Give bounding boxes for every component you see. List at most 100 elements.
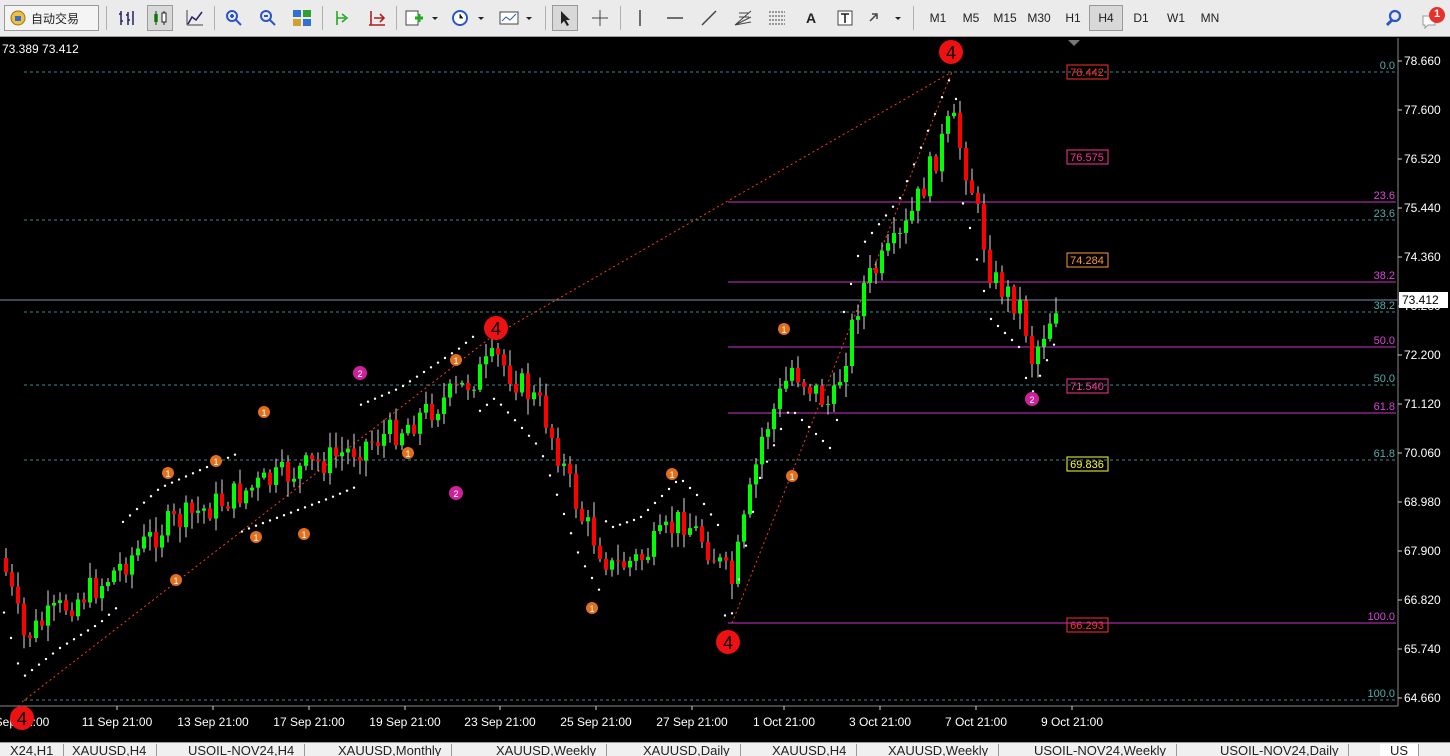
fib-retracement-label: 61.8 <box>1374 401 1395 413</box>
candlestick <box>622 561 626 568</box>
auto-trading-button[interactable]: 自动交易 <box>4 5 99 31</box>
candlestick <box>682 512 686 535</box>
periods-clock-icon[interactable] <box>449 5 487 31</box>
sar-dot <box>394 388 398 391</box>
sar-dot <box>65 642 69 645</box>
timeframe-mn[interactable]: MN <box>1193 5 1227 31</box>
fib-level-label: 50.0 <box>1374 373 1395 385</box>
sar-dot <box>380 394 384 397</box>
sar-dot <box>184 475 188 478</box>
candlestick <box>934 156 938 172</box>
templates-icon[interactable] <box>497 5 535 31</box>
cursor-icon[interactable] <box>552 5 578 31</box>
candlestick <box>526 373 530 400</box>
sar-dot <box>800 418 804 422</box>
sar-dot <box>93 624 97 628</box>
chart-tab[interactable]: XAUUSD,Weekly <box>878 744 1000 756</box>
trendline-icon[interactable] <box>696 5 722 31</box>
sar-dot <box>625 521 629 524</box>
fib-level-label: 38.2 <box>1374 300 1395 312</box>
candlestick <box>940 133 944 172</box>
text-icon[interactable]: A <box>798 5 824 31</box>
candlestick <box>52 602 56 606</box>
chart-tab[interactable]: USOIL-NOV24,Weekly <box>1024 744 1177 756</box>
chart-tab[interactable]: XAUUSD,Daily <box>633 744 741 756</box>
chart-tab[interactable]: XAUUSD,Monthly <box>328 744 453 756</box>
timeframe-w1[interactable]: W1 <box>1159 5 1193 31</box>
tile-windows-icon[interactable] <box>289 5 315 31</box>
wave-1-text: 1 <box>213 457 218 467</box>
candlestick <box>832 385 836 404</box>
sar-dot <box>233 453 237 456</box>
timeframe-m15[interactable]: M15 <box>988 5 1022 31</box>
sar-dot <box>30 668 34 672</box>
wave-1-text: 1 <box>589 604 594 614</box>
wave-1-text: 1 <box>781 325 786 335</box>
sar-dot <box>471 335 475 339</box>
crosshair-icon[interactable] <box>587 5 613 31</box>
chart-tab[interactable]: XAUUSD,Weekly <box>486 744 608 756</box>
sar-dot <box>478 409 482 413</box>
candlestick <box>520 373 524 393</box>
chart-tab[interactable]: XAUUSD,H4 <box>62 744 158 756</box>
candlestick <box>994 272 998 284</box>
search-icon[interactable] <box>1381 5 1407 31</box>
sar-dot <box>688 486 692 490</box>
new-order-icon[interactable] <box>403 5 441 31</box>
price-chart[interactable]: 78.66077.60076.52075.44074.36073.28072.2… <box>0 38 1450 742</box>
sar-dot <box>310 503 314 506</box>
line-chart-icon[interactable] <box>182 5 208 31</box>
candlestick <box>730 560 734 584</box>
sar-dot <box>667 487 671 491</box>
sar-dot <box>940 96 944 99</box>
sar-dot <box>982 289 986 293</box>
auto-trading-label: 自动交易 <box>31 11 80 26</box>
sar-dot <box>331 495 335 498</box>
notification-button[interactable]: 1 <box>1420 6 1446 32</box>
timeframe-m5[interactable]: M5 <box>954 5 988 31</box>
bar-chart-icon[interactable] <box>114 5 140 31</box>
candlestick <box>1036 346 1040 365</box>
sar-dot <box>793 411 797 415</box>
timeframe-m30[interactable]: M30 <box>1022 5 1056 31</box>
candlestick <box>964 147 968 181</box>
price-axis-label: 67.900 <box>1404 544 1441 558</box>
sar-dot <box>891 205 895 208</box>
chart-tab[interactable]: XAUUSD,H4 <box>762 744 858 756</box>
arrows-icon[interactable] <box>866 5 904 31</box>
candlestick <box>304 455 308 466</box>
text-label-icon[interactable] <box>832 5 858 31</box>
chart-tab[interactable]: USOIL-NOV24,H4 <box>178 744 306 756</box>
sar-dot <box>695 493 699 497</box>
candlestick <box>274 467 278 485</box>
candlestick-icon[interactable] <box>147 5 173 31</box>
sar-dot <box>303 506 307 509</box>
candlestick <box>106 582 110 587</box>
sar-dot <box>79 633 83 637</box>
timeframe-h1[interactable]: H1 <box>1056 5 1090 31</box>
zoom-in-icon[interactable] <box>221 5 247 31</box>
sar-dot <box>121 520 125 524</box>
candlestick <box>292 478 296 482</box>
chart-tab[interactable]: USOIL-NOV24,Daily <box>1210 744 1350 756</box>
candlestick <box>478 364 482 390</box>
timeframe-h4[interactable]: H4 <box>1089 5 1123 31</box>
chart-tab[interactable]: X24,H1 <box>0 744 65 756</box>
chart-shift-icon[interactable] <box>330 5 356 31</box>
vertical-line-icon[interactable] <box>627 5 653 31</box>
chart-tab[interactable]: US <box>1380 744 1420 756</box>
fibonacci-fan-icon[interactable] <box>730 5 756 31</box>
wave-label: 4 <box>946 43 956 63</box>
sar-dot <box>828 446 832 450</box>
candlestick <box>160 535 164 548</box>
timeframe-d1[interactable]: D1 <box>1124 5 1158 31</box>
wave-1-text: 1 <box>165 469 170 479</box>
candlestick <box>334 447 338 457</box>
horizontal-line-icon[interactable] <box>662 5 688 31</box>
candlestick <box>508 365 512 385</box>
candlestick <box>16 586 20 604</box>
timeframe-m1[interactable]: M1 <box>921 5 955 31</box>
autoscroll-icon[interactable] <box>364 5 390 31</box>
zoom-out-icon[interactable] <box>255 5 281 31</box>
fibonacci-icon[interactable] <box>764 5 790 31</box>
